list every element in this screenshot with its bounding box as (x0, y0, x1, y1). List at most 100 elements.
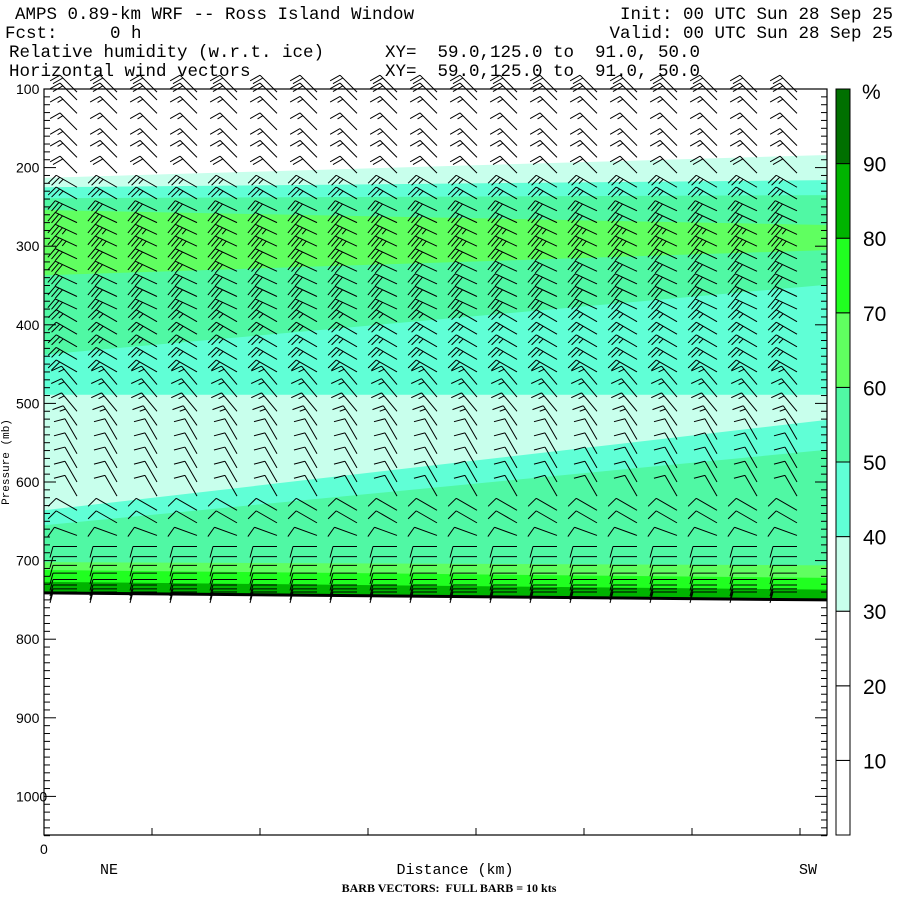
wind-barb (329, 139, 358, 158)
wind-barb (649, 112, 678, 131)
colorbar-segment (835, 88, 851, 165)
wind-barb (449, 112, 478, 131)
valid-time: Valid: 00 UTC Sun 28 Sep 25 (609, 24, 893, 44)
colorbar: 10 20 30 40 50 60 70 80 90 (835, 88, 886, 836)
colorbar-label: 90 (863, 154, 886, 177)
xy-range-1: XY= 59.0,125.0 to 91.0, 50.0 (385, 43, 700, 63)
wind-barb (289, 95, 318, 114)
wind-barb (689, 95, 718, 114)
wind-barb (49, 95, 78, 114)
wind-barb (49, 155, 78, 174)
wind-barb (489, 139, 518, 158)
wind-barb (369, 95, 398, 114)
wind-barb (169, 82, 198, 101)
wind-barb (369, 112, 398, 131)
wind-barb (329, 82, 358, 101)
colorbar-label: 20 (863, 676, 886, 699)
wind-barb (369, 128, 398, 146)
wind-barb (169, 139, 198, 158)
chart-canvas: 10 20 30 40 50 60 70 80 90 AMPS 0.89-km WRF -- R… (1, 5, 893, 895)
wind-barb (289, 112, 318, 131)
x-start-label: 0 (40, 841, 48, 857)
wind-barb (329, 128, 358, 146)
wind-barb (449, 139, 478, 158)
wind-barb (729, 139, 758, 158)
x-axis-label: Distance (km) (396, 862, 513, 879)
wind-barb (769, 128, 798, 146)
xy-range-2: XY= 59.0,125.0 to 91.0, 50.0 (385, 62, 700, 82)
wind-barb (649, 139, 678, 158)
colorbar-label: 80 (863, 228, 886, 251)
forecast-hour: Fcst: 0 h (5, 24, 142, 44)
wind-barb (449, 128, 478, 146)
wind-barb (249, 112, 278, 131)
wind-barb (329, 95, 358, 114)
wind-barb (689, 128, 718, 146)
wind-barb (729, 95, 758, 114)
wind-barb (129, 128, 158, 146)
colorbar-segment (835, 163, 851, 239)
y-tick-label: 100 (16, 81, 40, 97)
wind-barb (529, 95, 558, 114)
wind-barb (289, 82, 318, 101)
wind-barb (289, 128, 318, 146)
field-rh-label: Relative humidity (w.r.t. ice) (9, 43, 324, 63)
field-wind-label: Horizontal wind vectors (9, 62, 251, 82)
wind-barb (249, 128, 278, 146)
wind-barb (49, 82, 78, 101)
wind-barb (609, 128, 638, 146)
wind-barb (409, 112, 438, 131)
wind-barb (529, 82, 558, 101)
y-tick-label: 500 (16, 395, 40, 411)
wind-barb (129, 95, 158, 114)
wind-barb (769, 82, 798, 101)
wind-barb (169, 155, 198, 174)
wind-barb (449, 95, 478, 114)
wind-barb (569, 112, 598, 131)
y-tick-label: 600 (16, 474, 40, 490)
wind-barb (489, 95, 518, 114)
wind-barb (689, 139, 718, 158)
colorbar-label: 30 (863, 601, 886, 624)
wind-barb (529, 139, 558, 158)
below-ground (44, 592, 827, 835)
wind-barb (409, 139, 438, 158)
wind-barb (729, 82, 758, 101)
wind-barb (689, 112, 718, 131)
colorbar-label: 70 (863, 303, 886, 326)
wind-barb (249, 155, 278, 174)
wind-barb (489, 112, 518, 131)
wind-barb (289, 139, 318, 158)
wind-barb (49, 112, 78, 131)
y-tick-labels: 100 200 300 400 500 600 700 800 900 1000 (16, 81, 47, 804)
wind-barb (129, 139, 158, 158)
y-axis-label: Pressure (mb) (1, 419, 13, 505)
wind-barb (689, 82, 718, 101)
wind-barb (369, 82, 398, 101)
wind-barb (169, 112, 198, 131)
wind-barb (369, 139, 398, 158)
wind-barb (569, 95, 598, 114)
colorbar-segment (835, 386, 851, 463)
wind-barb (609, 112, 638, 131)
colorbar-label: 50 (863, 452, 886, 475)
wind-barb (609, 82, 638, 101)
wind-barb (249, 139, 278, 158)
wind-barb (649, 128, 678, 146)
wind-barb (729, 112, 758, 131)
init-time: Init: 00 UTC Sun 28 Sep 25 (620, 5, 893, 25)
cross-section-chart: 10 20 30 40 50 60 70 80 90 AMPS 0.89-km WRF -- R… (0, 0, 900, 900)
colorbar-segment (835, 759, 851, 836)
colorbar-segment (835, 536, 851, 612)
colorbar-segment (835, 237, 851, 314)
wind-barb (89, 82, 118, 101)
wind-barb (89, 128, 118, 146)
wind-barb (209, 128, 238, 146)
wind-barb (409, 82, 438, 101)
wind-barb (609, 95, 638, 114)
wind-barb (49, 128, 78, 146)
wind-barb (449, 82, 478, 101)
wind-barb (129, 112, 158, 131)
wind-barb (89, 139, 118, 158)
chart-title: AMPS 0.89-km WRF -- Ross Island Window (15, 5, 415, 25)
